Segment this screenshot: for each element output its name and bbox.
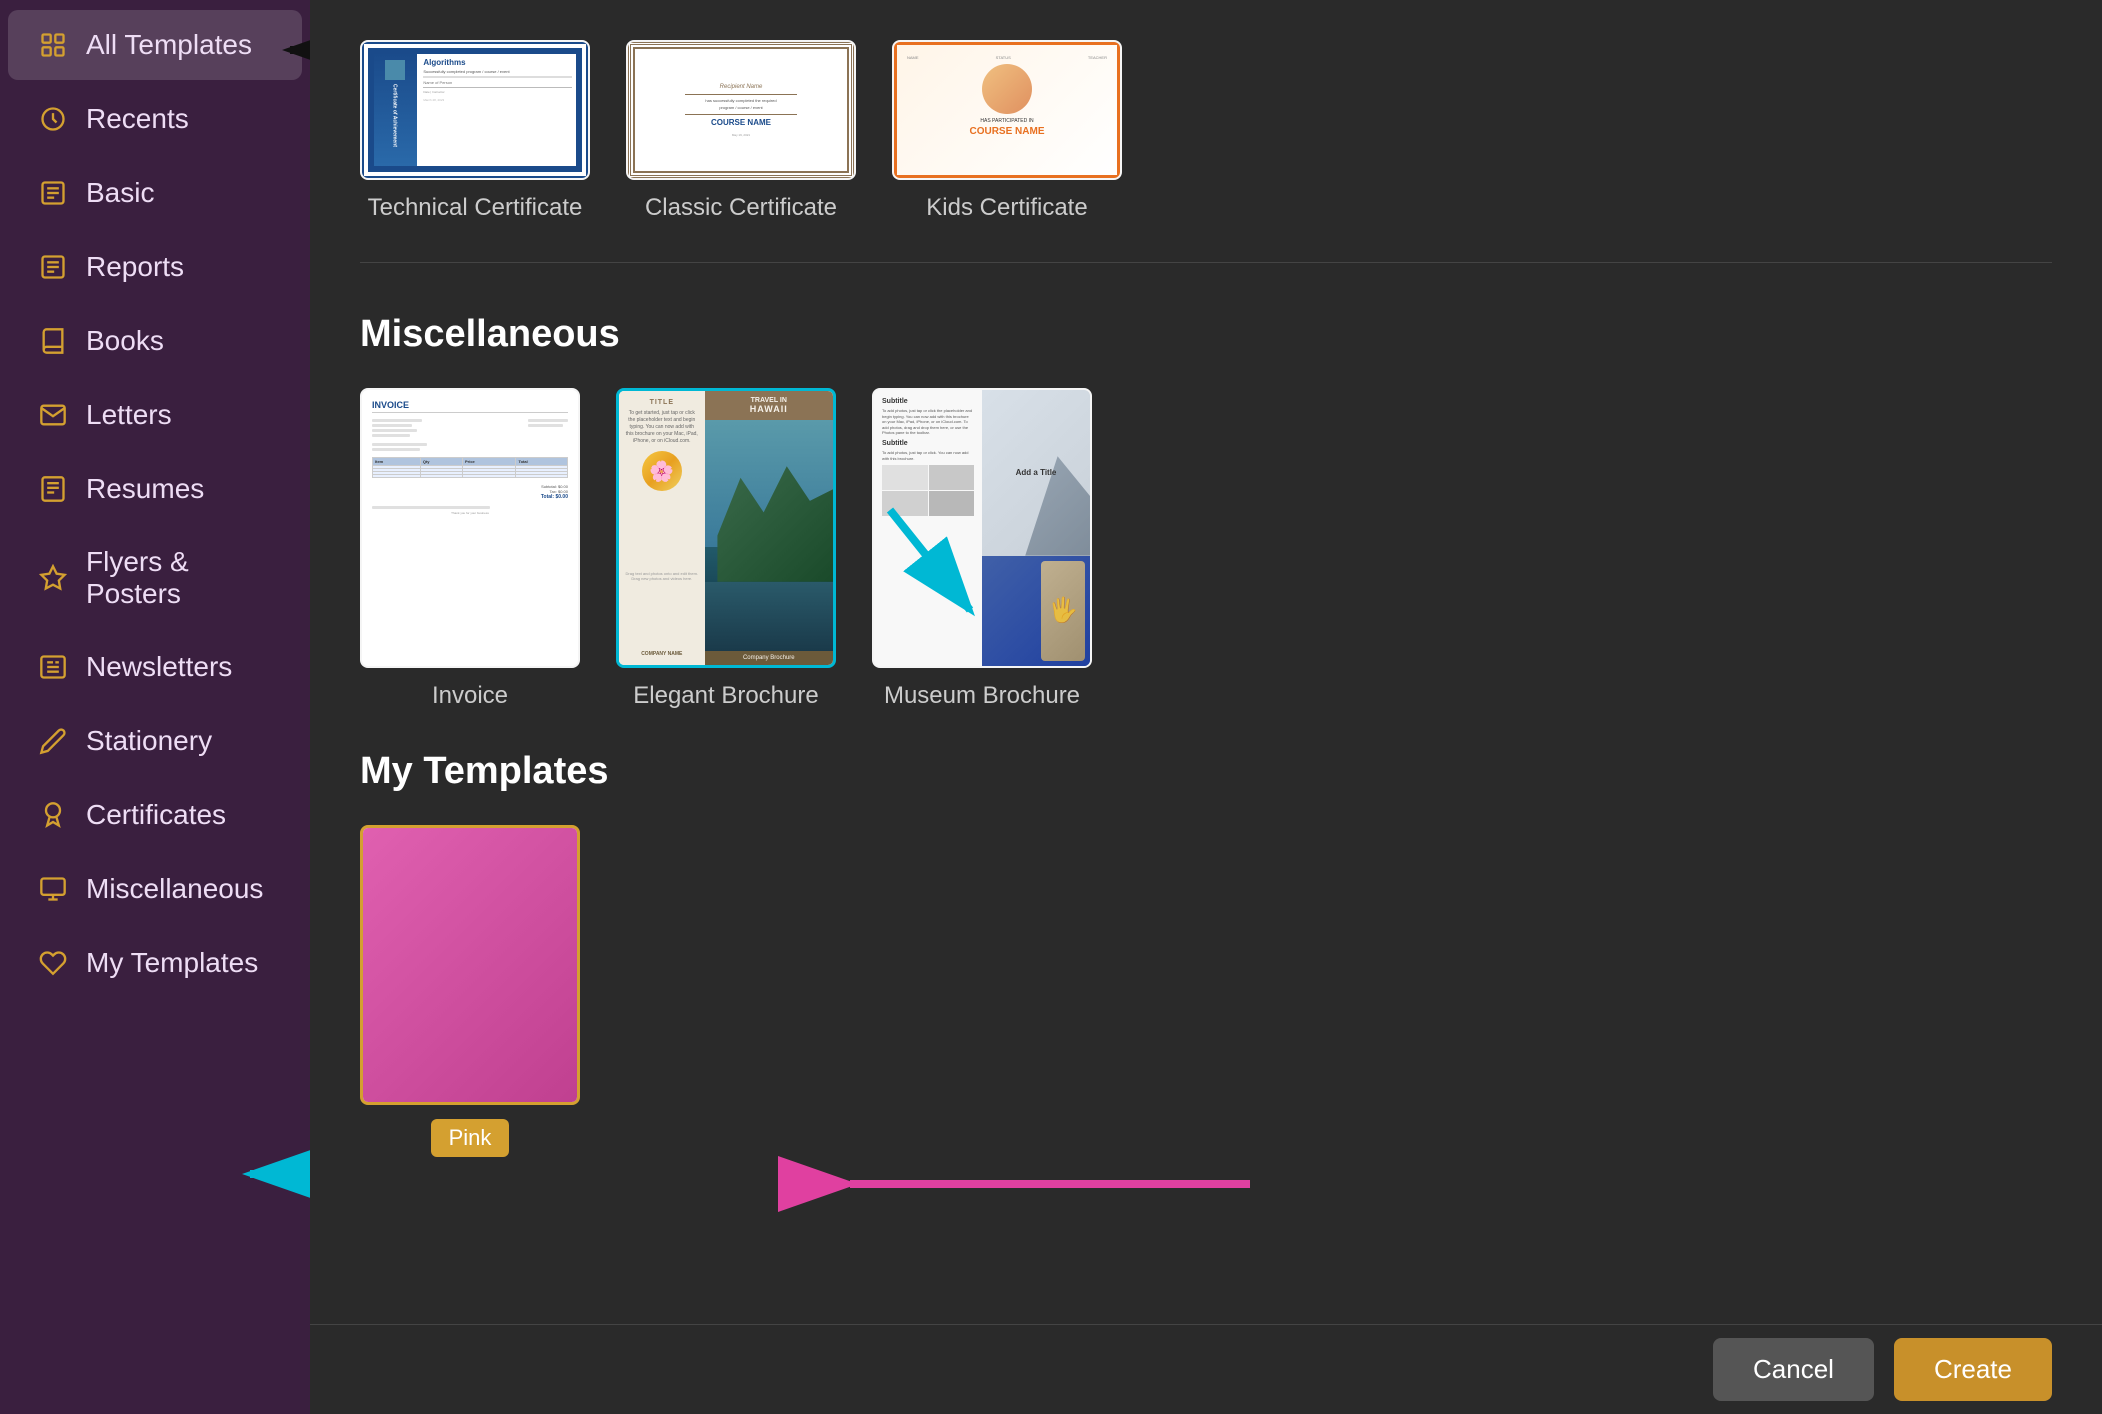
sidebar-item-label: Letters — [86, 399, 172, 431]
sidebar-item-label: Basic — [86, 177, 154, 209]
sidebar-item-label: My Templates — [86, 947, 258, 979]
template-thumb-museum[interactable]: Subtitle To add photos, just tap or clic… — [872, 388, 1092, 668]
report-icon — [36, 250, 70, 284]
sidebar-item-newsletters[interactable]: Newsletters — [8, 632, 302, 702]
template-thumb-invoice[interactable]: INVOICE — [360, 388, 580, 668]
template-card-invoice[interactable]: INVOICE — [360, 388, 580, 710]
sidebar-item-label: Reports — [86, 251, 184, 283]
sidebar-item-label: All Templates — [86, 29, 252, 61]
template-label: Kids Certificate — [926, 194, 1087, 222]
main-content: Certificate of Achievement Algorithms Su… — [310, 0, 2102, 1324]
certificate-icon — [36, 798, 70, 832]
sidebar-item-label: Miscellaneous — [86, 873, 263, 905]
sidebar-item-label: Flyers & Posters — [86, 546, 274, 610]
template-card-elegant-brochure[interactable]: TITLE To get started, just tap or click … — [616, 388, 836, 710]
resume-icon — [36, 472, 70, 506]
template-thumb[interactable]: Certificate of Achievement Algorithms Su… — [360, 40, 590, 180]
my-templates-section: My Templates Pink — [360, 750, 2052, 1157]
template-label: Technical Certificate — [368, 194, 583, 222]
bottom-bar: Cancel Create — [310, 1324, 2102, 1414]
heart-icon — [36, 946, 70, 980]
letter-icon — [36, 398, 70, 432]
template-label: Invoice — [432, 682, 508, 710]
grid-icon — [36, 28, 70, 62]
book-icon — [36, 324, 70, 358]
section-title-miscellaneous: Miscellaneous — [360, 313, 2052, 356]
newsletter-icon — [36, 650, 70, 684]
sidebar-item-recents[interactable]: Recents — [8, 84, 302, 154]
template-card-kids[interactable]: NAME STATUS TEACHER HAS PARTICIPATED IN … — [892, 40, 1122, 222]
sidebar-item-label: Certificates — [86, 799, 226, 831]
template-card-technical[interactable]: Certificate of Achievement Algorithms Su… — [360, 40, 590, 222]
section-title-my-templates: My Templates — [360, 750, 2052, 793]
clock-icon — [36, 102, 70, 136]
template-card-museum-brochure[interactable]: Subtitle To add photos, just tap or clic… — [872, 388, 1092, 710]
sidebar-item-basic[interactable]: Basic — [8, 158, 302, 228]
flyer-icon — [36, 561, 70, 595]
certificates-section: Certificate of Achievement Algorithms Su… — [360, 40, 2052, 263]
sidebar-item-label: Resumes — [86, 473, 204, 505]
template-card-pink[interactable]: Pink — [360, 825, 580, 1157]
template-label-pink: Pink — [431, 1119, 510, 1157]
sidebar-item-books[interactable]: Books — [8, 306, 302, 376]
sidebar-item-miscellaneous[interactable]: Miscellaneous — [8, 854, 302, 924]
template-thumb[interactable]: Recipient Name has successfully complete… — [626, 40, 856, 180]
sidebar-item-my-templates[interactable]: My Templates — [8, 928, 302, 998]
sidebar-item-flyers-posters[interactable]: Flyers & Posters — [8, 528, 302, 628]
sidebar-item-reports[interactable]: Reports — [8, 232, 302, 302]
misc-icon — [36, 872, 70, 906]
miscellaneous-section: Miscellaneous INVOICE — [360, 313, 2052, 710]
template-thumb[interactable]: NAME STATUS TEACHER HAS PARTICIPATED IN … — [892, 40, 1122, 180]
sidebar-item-letters[interactable]: Letters — [8, 380, 302, 450]
lines-icon — [36, 176, 70, 210]
miscellaneous-grid: INVOICE — [360, 388, 2052, 710]
sidebar-item-certificates[interactable]: Certificates — [8, 780, 302, 850]
sidebar-item-label: Newsletters — [86, 651, 232, 683]
sidebar-item-stationery[interactable]: Stationery — [8, 706, 302, 776]
template-card-classic[interactable]: Recipient Name has successfully complete… — [626, 40, 856, 222]
template-label: Classic Certificate — [645, 194, 837, 222]
cancel-button[interactable]: Cancel — [1713, 1338, 1874, 1401]
sidebar-item-all-templates[interactable]: All Templates — [8, 10, 302, 80]
stationery-icon — [36, 724, 70, 758]
template-label: Museum Brochure — [884, 682, 1080, 710]
my-templates-grid: Pink — [360, 825, 2052, 1157]
template-label: Elegant Brochure — [633, 682, 818, 710]
sidebar-item-label: Books — [86, 325, 164, 357]
template-thumb-pink[interactable] — [360, 825, 580, 1105]
sidebar-item-label: Stationery — [86, 725, 212, 757]
template-thumb-elegant[interactable]: TITLE To get started, just tap or click … — [616, 388, 836, 668]
create-button[interactable]: Create — [1894, 1338, 2052, 1401]
sidebar-item-resumes[interactable]: Resumes — [8, 454, 302, 524]
sidebar: All Templates Recents — [0, 0, 310, 1414]
sidebar-item-label: Recents — [86, 103, 189, 135]
